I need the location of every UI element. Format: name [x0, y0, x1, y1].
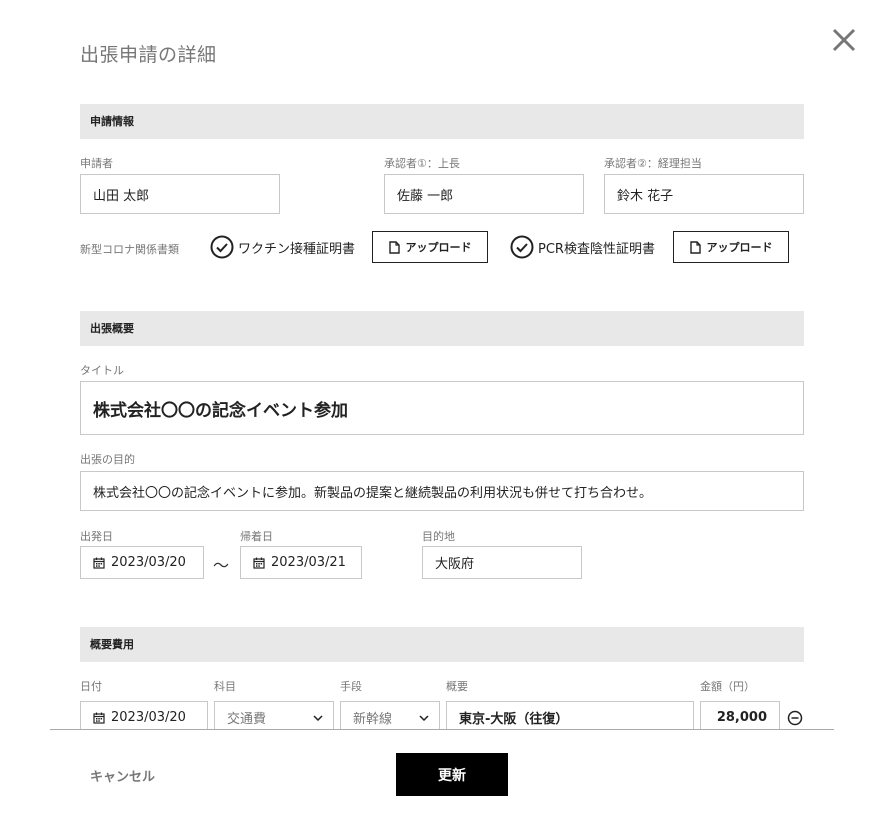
- depart-date-label: 出発日: [80, 530, 113, 543]
- destination-label: 目的地: [422, 530, 455, 543]
- expense-means-value: 新幹線: [353, 712, 393, 727]
- trip-title-label: タイトル: [80, 364, 124, 377]
- section-header-expenses: 概要費用: [80, 627, 804, 662]
- expense-category-value: 交通費: [227, 712, 267, 727]
- check-circle-icon: [210, 235, 234, 259]
- expense-date-value: 2023/03/20: [111, 710, 186, 725]
- expense-category-select[interactable]: 交通費: [214, 701, 334, 729]
- expense-header-category: 科目: [214, 680, 236, 693]
- approver1-label: 承認者①：上長: [384, 157, 460, 170]
- update-button[interactable]: 更新: [396, 753, 508, 796]
- vaccine-upload-label: アップロード: [405, 241, 472, 254]
- vaccine-upload-button[interactable]: アップロード: [372, 231, 488, 263]
- expense-header-summary: 概要: [446, 680, 468, 693]
- vaccine-cert-label: ワクチン接種証明書: [238, 241, 356, 257]
- pcr-cert-label: PCR検査陰性証明書: [538, 241, 655, 257]
- check-circle-icon: [510, 235, 534, 259]
- cancel-button[interactable]: キャンセル: [90, 766, 155, 785]
- modal-title: 出張申請の詳細: [80, 44, 217, 66]
- calendar-icon: [93, 557, 105, 569]
- trip-purpose-field[interactable]: 株式会社〇〇の記念イベントに参加。新製品の提案と継続製品の利用状況も併せて打ち合…: [80, 471, 804, 511]
- close-icon[interactable]: [826, 24, 862, 60]
- covid-docs-label: 新型コロナ関係書類: [80, 243, 179, 256]
- depart-date-value: 2023/03/20: [111, 555, 186, 570]
- expense-header-amount: 金額（円）: [700, 680, 755, 693]
- document-icon: [689, 240, 701, 254]
- expense-summary-field[interactable]: 東京-大阪（往復）: [446, 701, 694, 729]
- expense-means-select[interactable]: 新幹線: [340, 701, 440, 729]
- modal-body: 出張申請の詳細 申請情報 申請者 山田 太郎 承認者①：上長 佐藤 一郎 承認者…: [0, 0, 884, 729]
- destination-field[interactable]: 大阪府: [422, 546, 582, 579]
- document-icon: [388, 240, 400, 254]
- remove-row-icon[interactable]: [787, 710, 803, 726]
- pcr-upload-label: アップロード: [706, 241, 773, 254]
- chevron-down-icon: [313, 714, 323, 721]
- section-header-trip-summary: 出張概要: [80, 311, 804, 346]
- trip-purpose-label: 出張の目的: [80, 453, 135, 466]
- approver1-field[interactable]: 佐藤 一郎: [384, 174, 584, 214]
- depart-date-field[interactable]: 2023/03/20: [80, 546, 204, 579]
- vaccine-cert-item: ワクチン接種証明書: [210, 235, 355, 259]
- calendar-icon: [93, 712, 105, 724]
- applicant-label: 申請者: [80, 157, 113, 170]
- pcr-upload-button[interactable]: アップロード: [673, 231, 789, 263]
- approver2-field[interactable]: 鈴木 花子: [604, 174, 804, 214]
- return-date-value: 2023/03/21: [271, 555, 346, 570]
- date-range-separator: 〜: [213, 556, 230, 575]
- expense-amount-field[interactable]: 28,000: [700, 701, 780, 729]
- expense-date-field[interactable]: 2023/03/20: [80, 701, 208, 729]
- calendar-icon: [253, 557, 265, 569]
- expense-header-date: 日付: [80, 680, 102, 693]
- approver2-label: 承認者②：経理担当: [604, 157, 702, 170]
- return-date-field[interactable]: 2023/03/21: [240, 546, 362, 579]
- section-header-application-info: 申請情報: [80, 104, 804, 139]
- expense-header-means: 手段: [340, 680, 362, 693]
- applicant-field[interactable]: 山田 太郎: [80, 174, 280, 214]
- pcr-cert-item: PCR検査陰性証明書: [510, 235, 655, 259]
- trip-title-field[interactable]: 株式会社〇〇の記念イベント参加: [80, 381, 804, 435]
- return-date-label: 帰着日: [240, 530, 273, 543]
- chevron-down-icon: [419, 714, 429, 721]
- trip-request-modal: 出張申請の詳細 申請情報 申請者 山田 太郎 承認者①：上長 佐藤 一郎 承認者…: [0, 0, 884, 836]
